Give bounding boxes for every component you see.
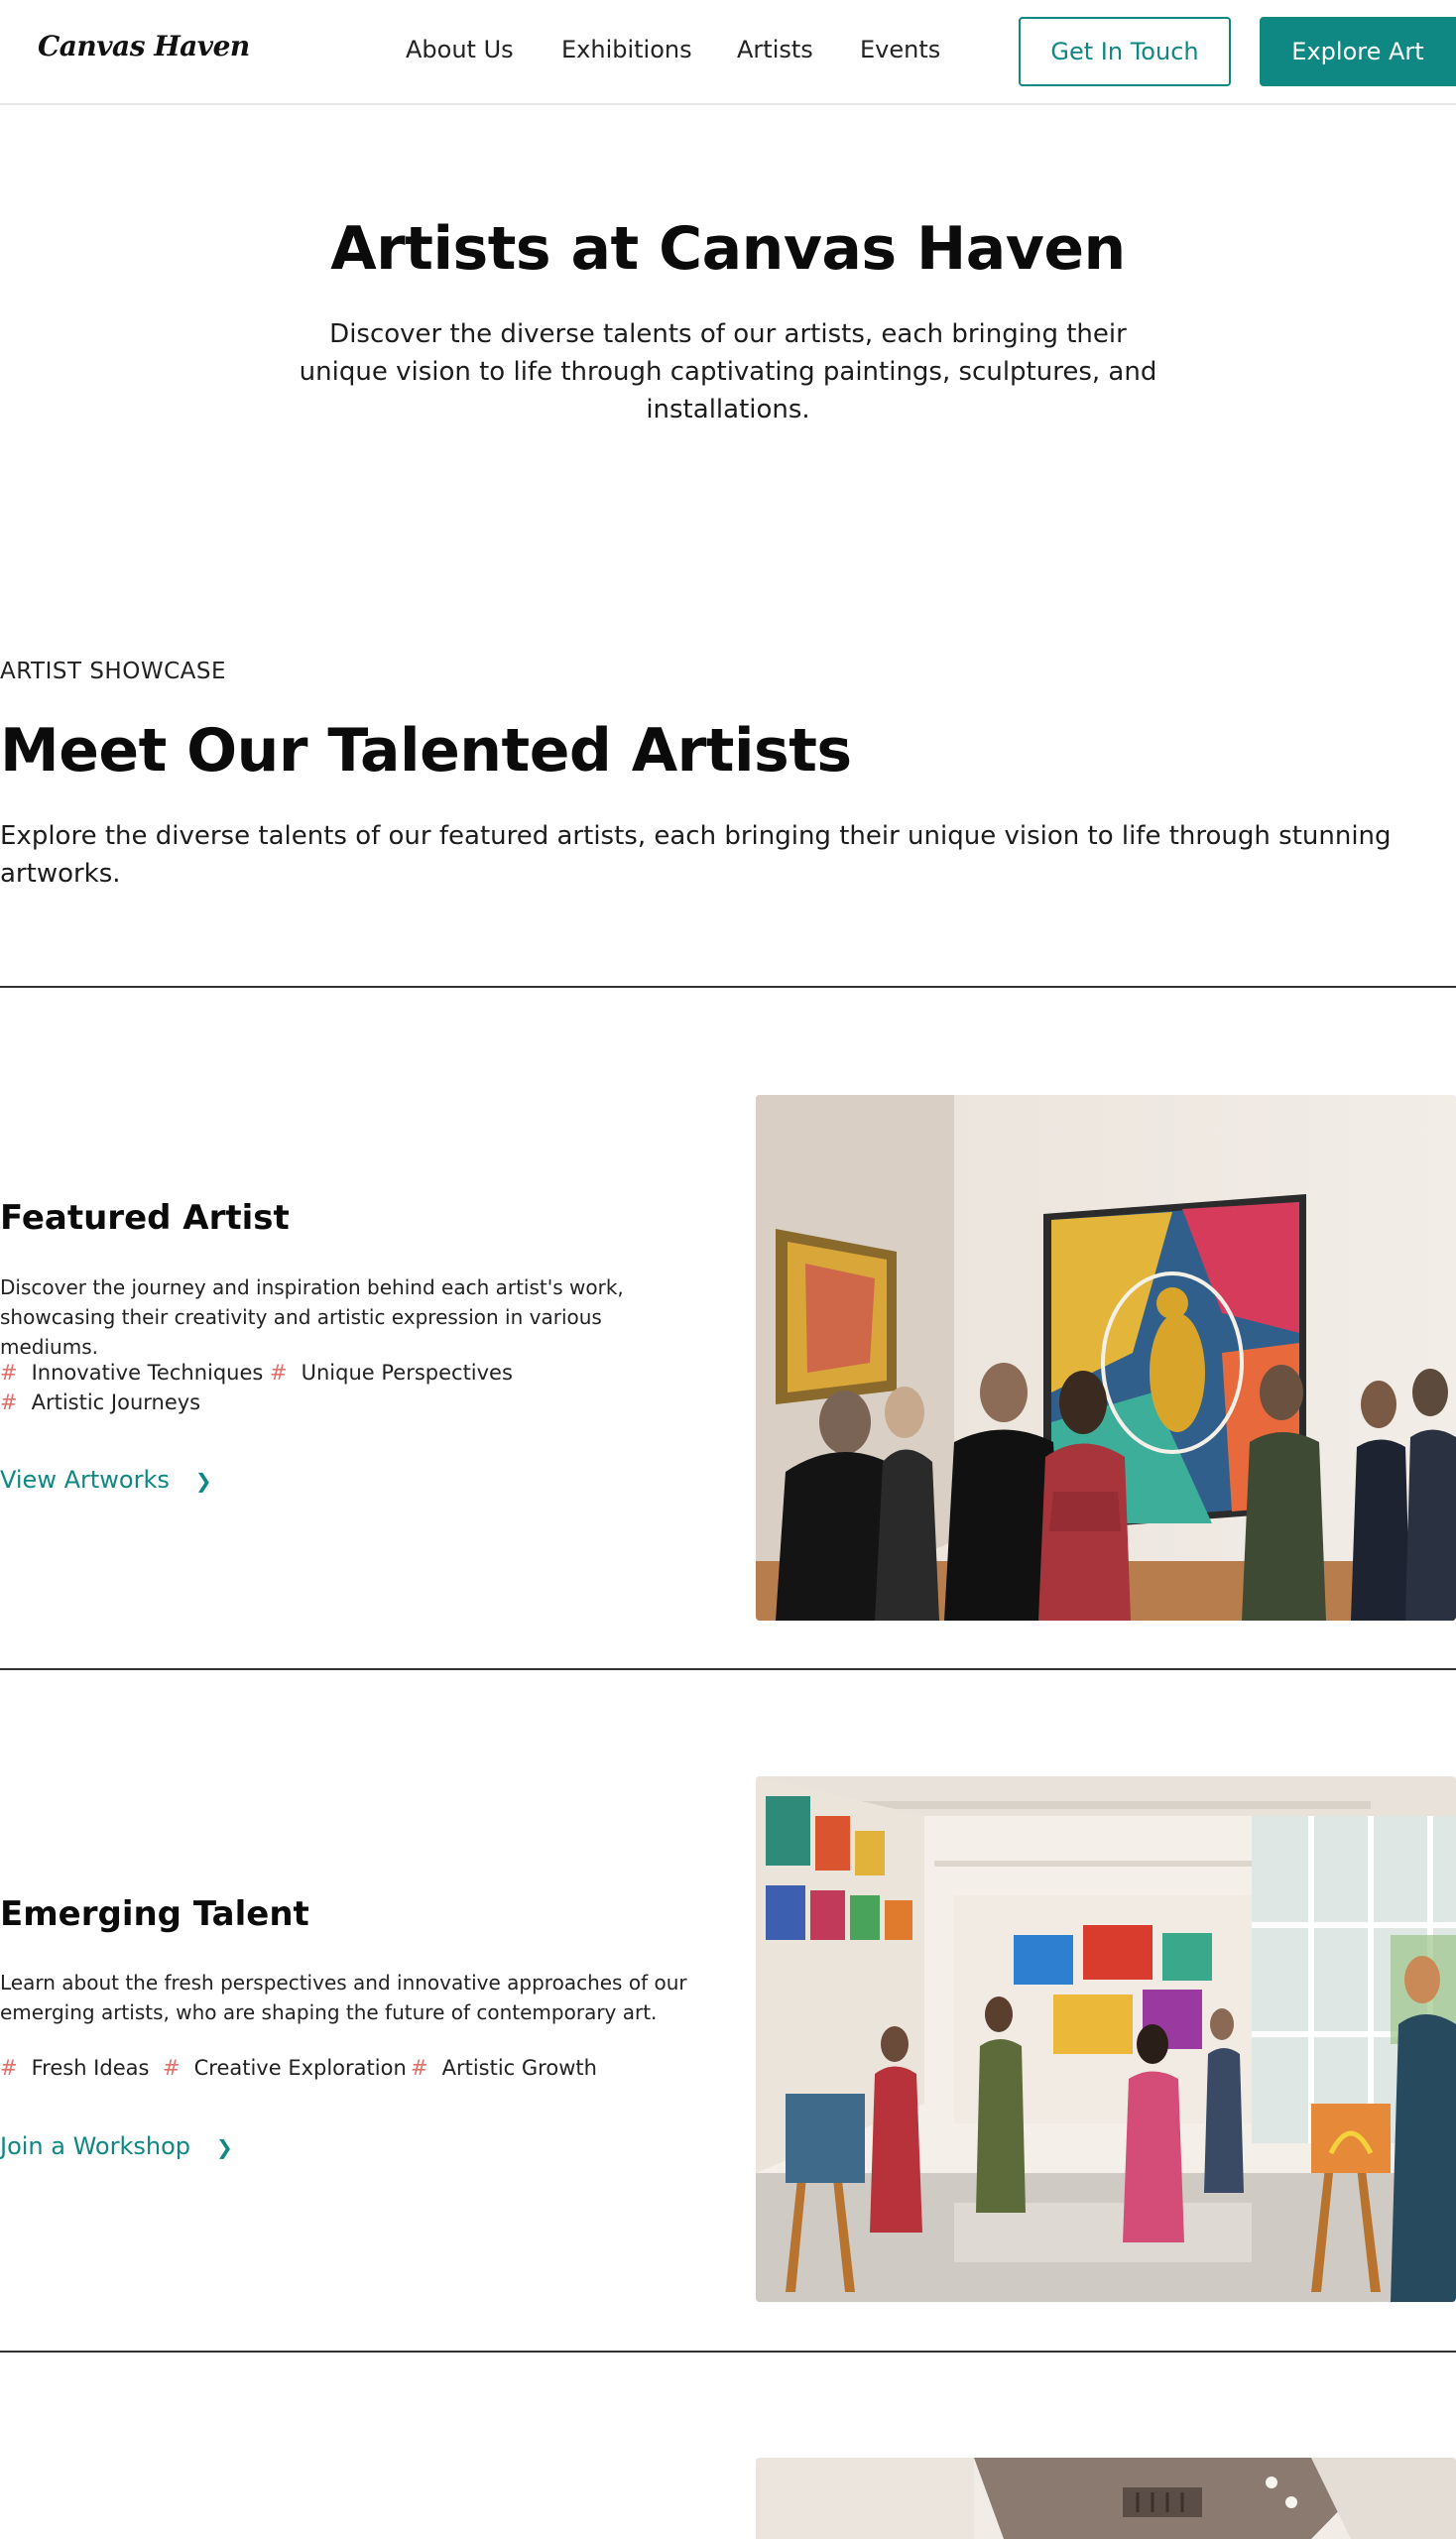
tag-label: Artistic Growth [441,2056,597,2080]
block-title: Emerging Talent [0,1894,309,1934]
section-divider [0,986,1456,988]
page-title: Artists at Canvas Haven [330,214,1126,284]
tag-label: Creative Exploration [193,2056,407,2080]
tag-label: Innovative Techniques [31,1361,264,1385]
block-description: Learn about the fresh perspectives and i… [0,1971,687,2024]
nav-events[interactable]: Events [860,36,940,63]
hash-icon: # [163,2056,181,2080]
hash-icon: # [0,1390,18,1414]
block-title: Featured Artist [0,1198,290,1238]
tag-item: # Fresh Ideas [0,2056,149,2080]
tag-item: # Artistic Growth [411,2056,597,2080]
tag-item: # Unique Perspectives [270,1361,513,1385]
get-in-touch-button[interactable]: Get In Touch [1019,17,1231,86]
tag-item: # Artistic Journeys [0,1390,200,1414]
tag-item: # Innovative Techniques [0,1361,263,1385]
tag-label: Fresh Ideas [31,2056,150,2080]
section-title: Meet Our Talented Artists [0,716,852,786]
chevron-right-icon: ❯ [216,2135,233,2159]
site-logo[interactable]: Canvas Haven [38,30,250,62]
tag-label: Unique Perspectives [301,1361,513,1385]
chevron-right-icon: ❯ [194,1469,212,1493]
section-subtitle: Explore the diverse talents of our featu… [0,821,1392,889]
site-header: Canvas Haven About Us Exhibitions Artist… [0,0,1456,105]
hash-icon: # [0,2056,18,2080]
gallery-visitors-illustration [756,1095,1456,1621]
hash-icon: # [270,1361,288,1385]
gallery-interior-illustration [756,2458,1456,2539]
gallery-visitors-image [756,1095,1456,1621]
page-subtitle: Discover the diverse talents of our arti… [299,319,1157,424]
hash-icon: # [0,1361,18,1385]
hash-icon: # [411,2056,428,2080]
section-divider [0,2351,1456,2353]
nav-about-us[interactable]: About Us [406,36,514,63]
explore-art-button[interactable]: Explore Art [1260,17,1456,86]
block-description: Discover the journey and inspiration beh… [0,1275,624,1359]
nav-exhibitions[interactable]: Exhibitions [561,36,692,63]
join-workshop-link[interactable]: Join a Workshop ❯ [0,2132,233,2160]
tag-label: Artistic Journeys [31,1390,201,1414]
gallery-interior-image [756,2458,1456,2539]
nav-artists[interactable]: Artists [737,36,813,63]
workshop-studio-illustration [756,1776,1456,2302]
view-artworks-link[interactable]: View Artworks ❯ [0,1466,212,1494]
section-divider [0,1668,1456,1670]
section-eyebrow: ARTIST SHOWCASE [0,659,226,684]
link-label: View Artworks [0,1466,170,1494]
tag-item: # Creative Exploration [163,2056,407,2080]
link-label: Join a Workshop [0,2132,191,2160]
workshop-studio-image [756,1776,1456,2302]
